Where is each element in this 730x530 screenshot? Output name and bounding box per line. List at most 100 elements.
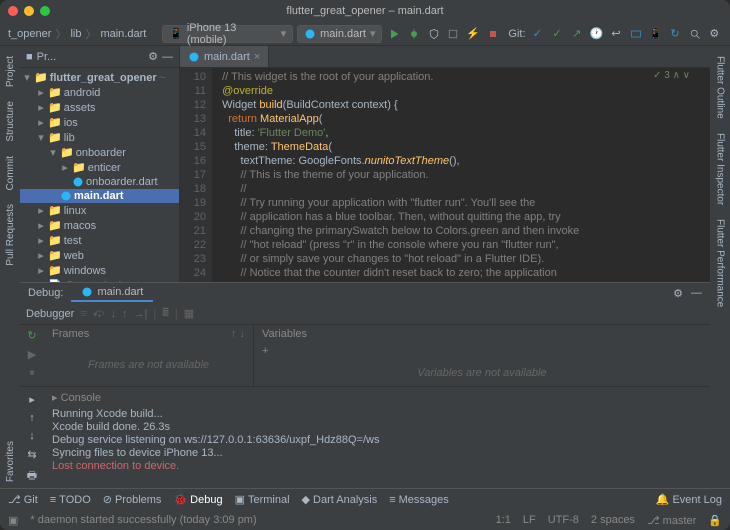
status-bar-info: ▣ * daemon started successfully (today 3…: [0, 510, 730, 530]
status-message: * daemon started successfully (today 3:0…: [30, 514, 256, 526]
collapse-icon[interactable]: —: [162, 51, 173, 63]
tree-item[interactable]: ▾📁lib: [20, 130, 179, 145]
search-button[interactable]: [687, 26, 703, 42]
git-history-button[interactable]: 🕐: [589, 26, 605, 42]
git-update-button[interactable]: ✓: [530, 26, 546, 42]
tree-item[interactable]: ▸📁assets: [20, 100, 179, 115]
add-watch-icon[interactable]: +: [254, 343, 710, 359]
git-branch[interactable]: ⎇ master: [647, 514, 696, 527]
console-output[interactable]: Running Xcode build...Xcode build done. …: [44, 406, 710, 475]
tree-item[interactable]: ▸📁enticer: [20, 160, 179, 175]
left-sidebar: Project Structure Commit Pull Requests F…: [0, 46, 20, 488]
tree-settings-icon[interactable]: ⚙: [148, 50, 158, 63]
tree-item[interactable]: ▸📁android: [20, 85, 179, 100]
file-encoding[interactable]: UTF-8: [548, 514, 579, 526]
window-title: flutter_great_opener – main.dart: [286, 5, 443, 17]
breadcrumb[interactable]: lib: [70, 28, 81, 40]
devtools-button[interactable]: [628, 26, 644, 42]
scroll-up-icon[interactable]: ↑: [29, 412, 35, 424]
device-button[interactable]: 📱: [647, 26, 663, 42]
coverage-button[interactable]: [426, 26, 442, 42]
pause-icon[interactable]: ⏸: [29, 367, 35, 380]
profile-button[interactable]: [445, 26, 461, 42]
git-commit-button[interactable]: ✓: [549, 26, 565, 42]
layout-icon[interactable]: ▦: [184, 307, 194, 320]
indent-setting[interactable]: 2 spaces: [591, 514, 635, 526]
sidebar-tab-structure[interactable]: Structure: [3, 95, 18, 148]
code-editor[interactable]: // This widget is the root of your appli…: [212, 68, 710, 282]
tree-item[interactable]: main.dart: [20, 189, 179, 203]
debug-settings-icon[interactable]: ⚙: [673, 287, 683, 300]
tree-item[interactable]: ▸📁linux: [20, 203, 179, 218]
statusbar-problems[interactable]: ⊘ Problems: [103, 493, 162, 506]
reload-button[interactable]: ↻: [667, 26, 683, 42]
right-sidebar: Flutter Outline Flutter Inspector Flutte…: [710, 46, 730, 488]
sidebar-tab-flutter-outline[interactable]: Flutter Outline: [713, 50, 728, 125]
tree-item[interactable]: onboarder.dart: [20, 175, 179, 189]
sidebar-tab-flutter-performance[interactable]: Flutter Performance: [713, 213, 728, 313]
print-icon[interactable]: 🖶: [27, 467, 37, 486]
tree-item[interactable]: ▾📁onboarder: [20, 145, 179, 160]
line-gutter: 1011121314151617181920212223242526: [180, 68, 212, 282]
tree-item[interactable]: ▸📁web: [20, 248, 179, 263]
console-label[interactable]: Console: [61, 392, 101, 404]
debugger-tab-label[interactable]: Debugger: [26, 308, 74, 320]
resume-icon[interactable]: ▶: [28, 348, 36, 361]
stop-button[interactable]: [485, 26, 501, 42]
breadcrumb[interactable]: t_opener: [8, 28, 51, 40]
status-bar-tools: ⎇ Git ≡ TODO ⊘ Problems 🐞 Debug ▣ Termin…: [0, 488, 730, 510]
step-into-icon[interactable]: ↓: [111, 308, 117, 320]
frames-label: Frames: [52, 328, 89, 340]
debug-title: Debug:: [28, 287, 63, 299]
statusbar-git[interactable]: ⎇ Git: [8, 493, 38, 506]
close-icon[interactable]: [8, 6, 18, 16]
cursor-position[interactable]: 1:1: [496, 514, 511, 526]
step-out-icon[interactable]: ↑: [122, 308, 128, 320]
soft-wrap-icon[interactable]: ⇆: [27, 448, 36, 461]
git-rollback-button[interactable]: ↩: [608, 26, 624, 42]
tree-item[interactable]: ▸📁windows: [20, 263, 179, 278]
lock-icon[interactable]: 🔒: [708, 514, 722, 527]
git-push-button[interactable]: ↗: [569, 26, 585, 42]
device-selector[interactable]: 📱iPhone 13 (mobile)▾: [162, 25, 293, 43]
tree-item[interactable]: ▸📁macos: [20, 218, 179, 233]
run-to-cursor-icon[interactable]: →|: [134, 308, 148, 320]
line-separator[interactable]: LF: [523, 514, 536, 526]
step-over-icon[interactable]: ⤽: [93, 307, 105, 320]
sidebar-tab-favorites[interactable]: Favorites: [3, 435, 18, 488]
settings-button[interactable]: ⚙: [706, 26, 722, 42]
rerun-icon[interactable]: ↻: [27, 329, 36, 342]
run-config-selector[interactable]: main.dart▾: [297, 25, 382, 43]
statusbar-messages[interactable]: ≡ Messages: [389, 494, 449, 506]
sidebar-tab-commit[interactable]: Commit: [3, 150, 18, 196]
sidebar-tab-project[interactable]: Project: [3, 50, 18, 93]
minimize-icon[interactable]: [24, 6, 34, 16]
scroll-down-icon[interactable]: ↓: [29, 430, 35, 442]
statusbar-terminal[interactable]: ▣ Terminal: [235, 493, 290, 506]
close-tab-icon[interactable]: ×: [254, 51, 260, 63]
run-button[interactable]: [386, 26, 402, 42]
sidebar-tab-pull-requests[interactable]: Pull Requests: [3, 198, 18, 272]
event-log-button[interactable]: 🔔 Event Log: [656, 493, 722, 506]
evaluate-icon[interactable]: 🖩: [162, 304, 169, 323]
statusbar-debug[interactable]: 🐞 Debug: [173, 493, 222, 506]
statusbar-dart-analysis[interactable]: ◆ Dart Analysis: [302, 493, 378, 506]
breadcrumb[interactable]: main.dart: [100, 28, 146, 40]
inspection-badge[interactable]: ✓ 3 ∧ ∨: [653, 70, 690, 81]
tool-window-title: Pr...: [37, 51, 57, 63]
debug-session-tab[interactable]: main.dart: [71, 284, 153, 302]
tree-item[interactable]: ▸📁ios: [20, 115, 179, 130]
tree-root[interactable]: ▾📁flutter_great_opener ~: [20, 70, 179, 85]
editor-tab-main[interactable]: main.dart ×: [180, 46, 269, 67]
navigation-bar: t_opener 〉 lib 〉 main.dart 📱iPhone 13 (m…: [0, 22, 730, 46]
statusbar-todo[interactable]: ≡ TODO: [50, 494, 91, 506]
tree-item[interactable]: ▸📁test: [20, 233, 179, 248]
hot-reload-button[interactable]: ⚡: [465, 26, 481, 42]
hide-panel-icon[interactable]: —: [691, 287, 702, 299]
sidebar-tab-flutter-inspector[interactable]: Flutter Inspector: [713, 127, 728, 211]
maximize-icon[interactable]: [40, 6, 50, 16]
vars-label: Variables: [262, 328, 307, 340]
titlebar: flutter_great_opener – main.dart: [0, 0, 730, 22]
debug-button[interactable]: [406, 26, 422, 42]
console-toggle-icon[interactable]: ▸: [29, 393, 35, 406]
